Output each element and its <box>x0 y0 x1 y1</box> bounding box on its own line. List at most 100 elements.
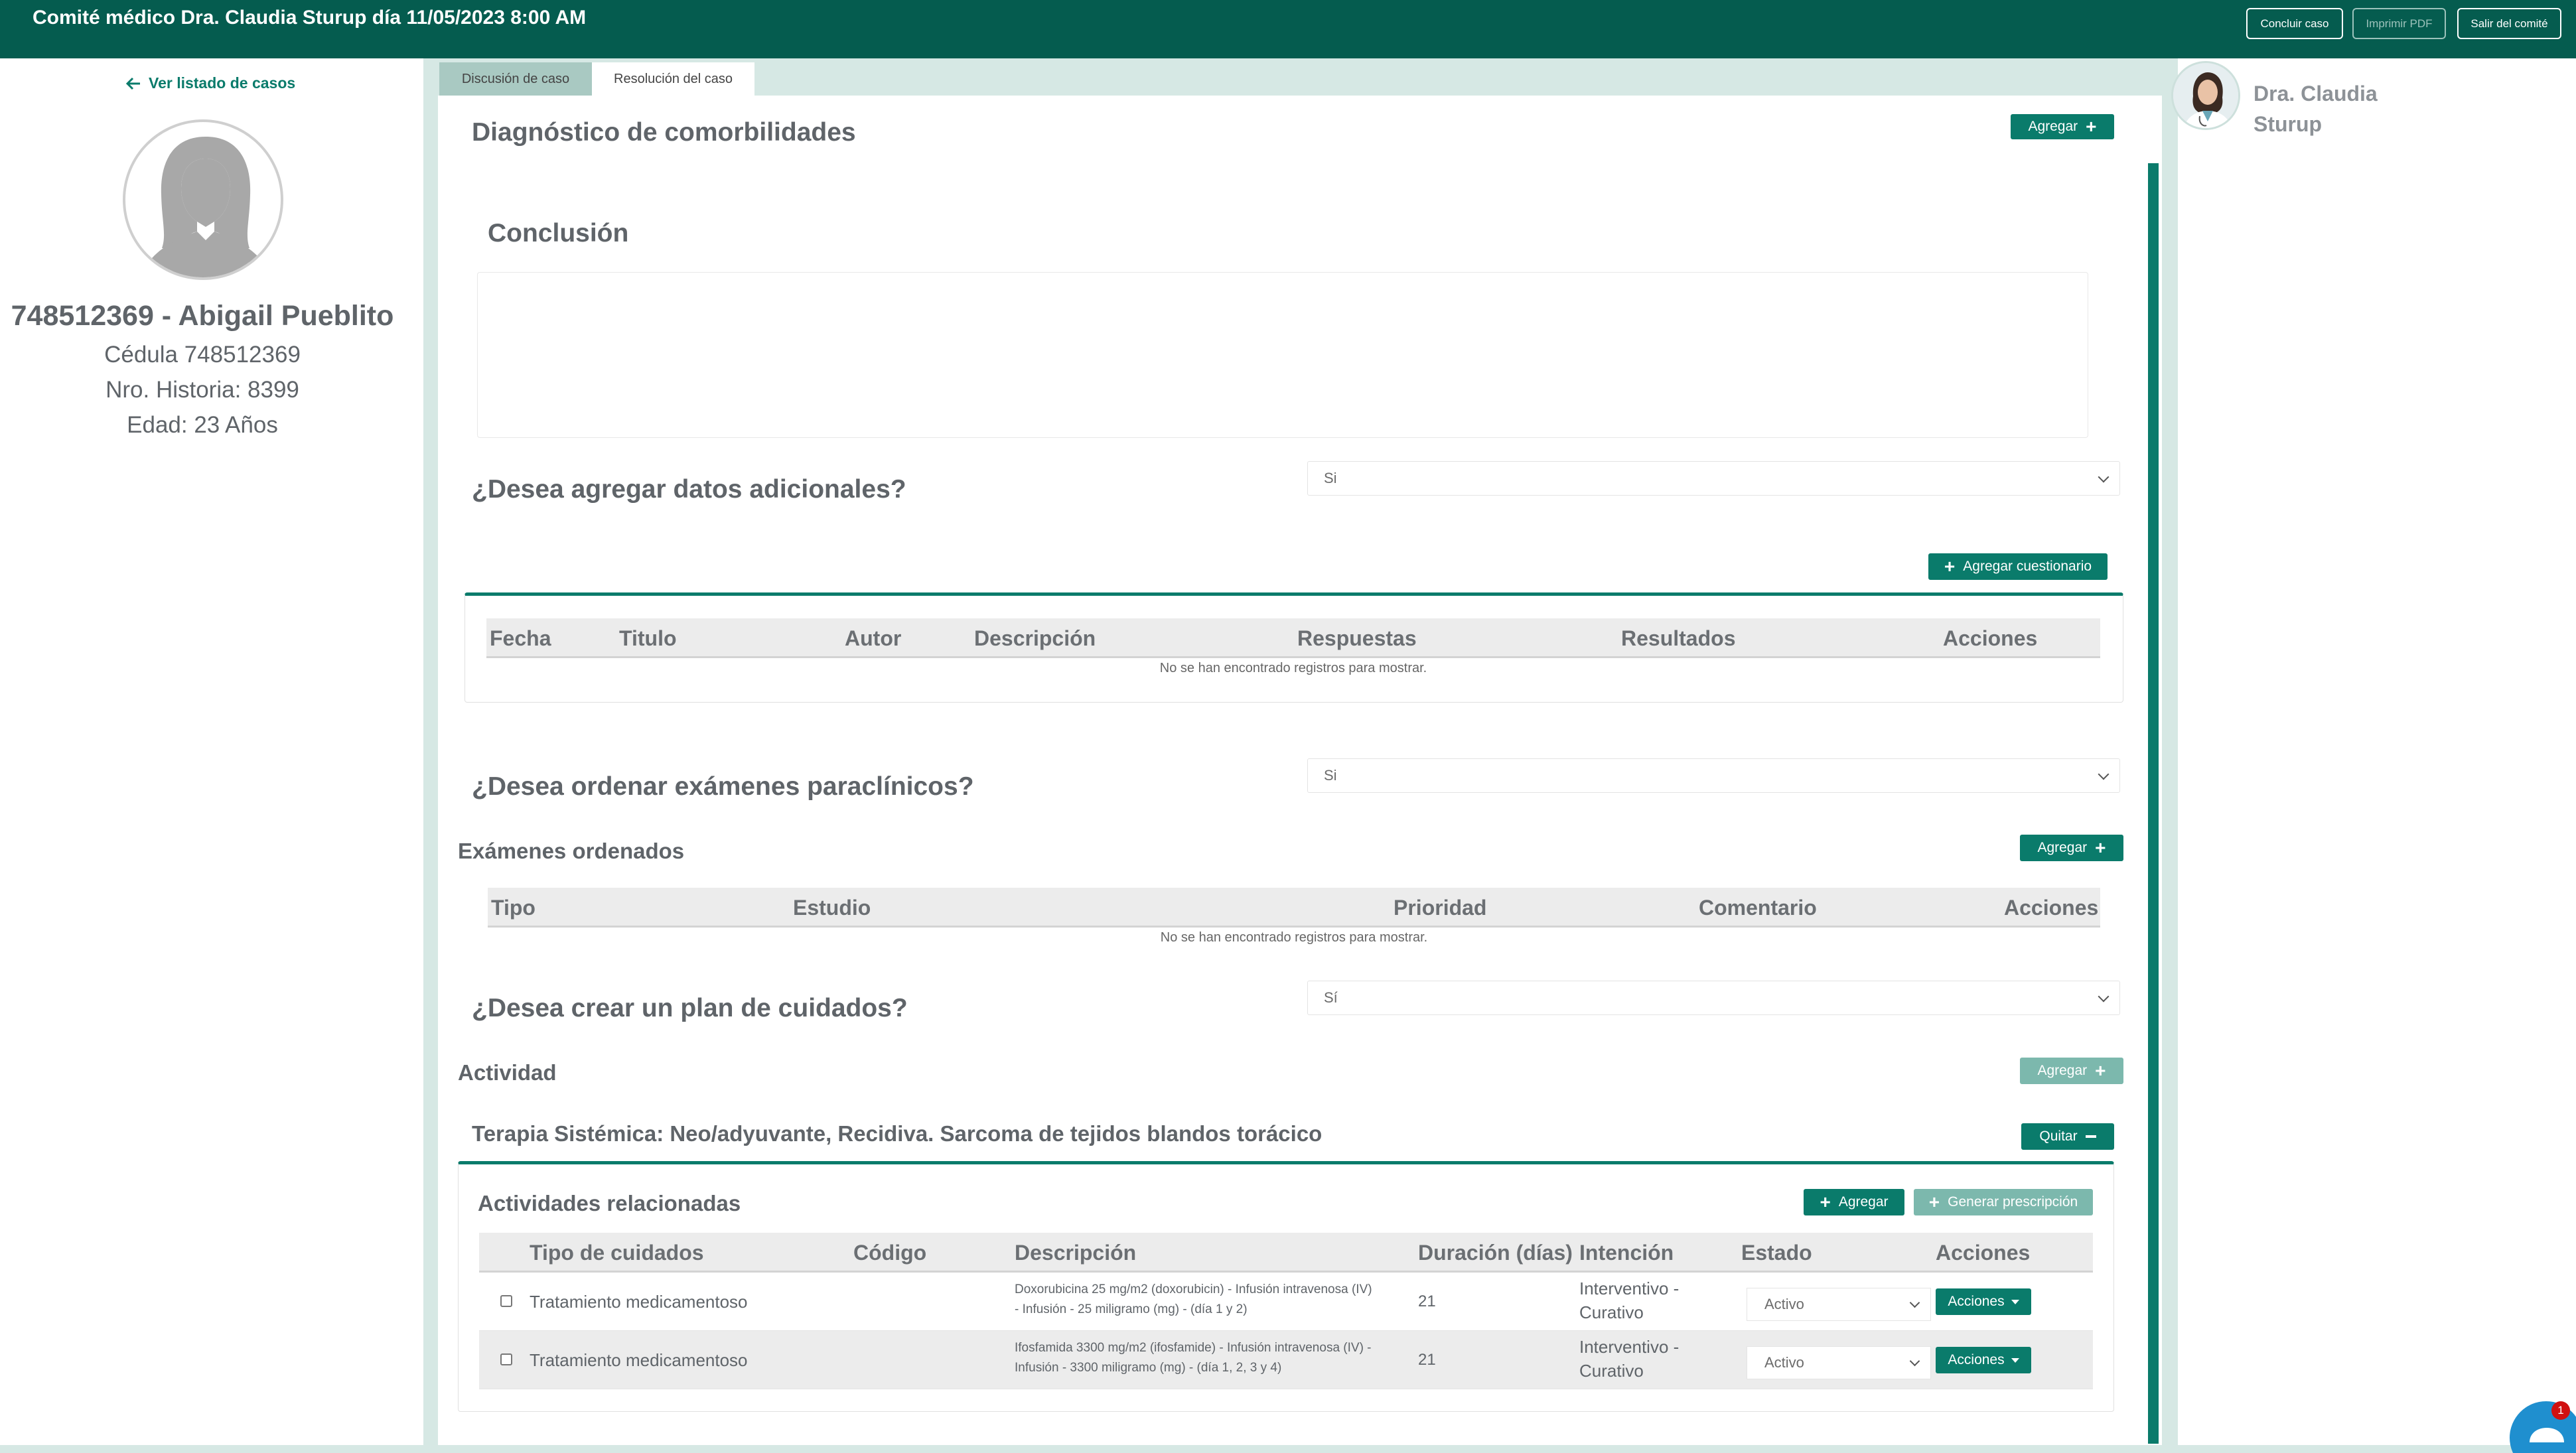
plus-icon: + <box>1820 1192 1831 1212</box>
row-duration: 21 <box>1418 1351 1436 1369</box>
tab-case-resolution[interactable]: Resolución del caso <box>592 62 754 96</box>
col-estudio: Estudio <box>793 896 871 920</box>
chevron-down-icon <box>2098 768 2110 780</box>
chevron-down-icon <box>2098 991 2110 1003</box>
exams-table-header: Tipo Estudio Prioridad Comentario Accion… <box>488 888 2100 928</box>
comorbidities-title: Diagnóstico de comorbilidades <box>472 118 856 147</box>
add-questionnaire-label: Agregar cuestionario <box>1963 559 2092 574</box>
plus-icon: + <box>2086 116 2097 137</box>
add-activity-button[interactable]: Agregar + <box>2020 1058 2123 1084</box>
questionnaire-table-header: Fecha Titulo Autor Descripción Respuesta… <box>486 618 2100 658</box>
col-descripcion: Descripción <box>1015 1241 1137 1265</box>
col-codigo: Código <box>853 1241 927 1265</box>
main-scrollbar[interactable] <box>2148 163 2159 1444</box>
row-status-value: Activo <box>1764 1296 1804 1312</box>
conclusion-title: Conclusión <box>488 219 629 247</box>
generate-prescription-label: Generar prescripción <box>1948 1194 2078 1210</box>
add-comorbidity-button[interactable]: Agregar + <box>2011 114 2114 139</box>
care-plan-select[interactable]: Sí <box>1307 981 2120 1015</box>
conclusion-textarea[interactable] <box>477 272 2088 438</box>
exams-empty-message: No se han encontrado registros para most… <box>1160 930 1428 945</box>
add-questionnaire-button[interactable]: + Agregar cuestionario <box>1928 553 2108 580</box>
col-acciones: Acciones <box>1943 626 2038 650</box>
plus-icon: + <box>2095 1060 2106 1081</box>
plus-icon: + <box>2095 837 2106 858</box>
col-respuestas: Respuestas <box>1297 626 1417 650</box>
row-status-select[interactable]: Activo <box>1747 1346 1931 1379</box>
back-to-cases-link[interactable]: Ver listado de casos <box>126 74 295 92</box>
row-intention-line1: Interventivo - <box>1579 1337 1680 1357</box>
doctor-panel <box>2178 58 2576 1445</box>
row-checkbox[interactable] <box>500 1295 512 1307</box>
row-actions-dropdown[interactable]: Acciones <box>1936 1347 2031 1373</box>
remove-therapy-button[interactable]: Quitar <box>2021 1123 2114 1150</box>
exit-committee-button[interactable]: Salir del comité <box>2457 8 2561 39</box>
add-exam-button[interactable]: Agregar + <box>2020 835 2123 861</box>
row-checkbox[interactable] <box>500 1353 512 1365</box>
add-related-activity-button[interactable]: + Agregar <box>1804 1189 1904 1215</box>
patient-avatar <box>123 119 283 280</box>
doctor-name: Dra. Claudia Sturup <box>2254 78 2378 139</box>
print-pdf-button[interactable]: Imprimir PDF <box>2352 8 2446 39</box>
row-actions-label: Acciones <box>1948 1294 2005 1309</box>
caret-down-icon <box>2011 1299 2019 1304</box>
related-activities-title: Actividades relacionadas <box>478 1191 741 1215</box>
col-resultados: Resultados <box>1621 626 1736 650</box>
add-comorbidity-label: Agregar <box>2028 119 2078 134</box>
questionnaire-empty-message: No se han encontrado registros para most… <box>1159 661 1427 675</box>
chevron-down-icon <box>2098 471 2110 483</box>
col-duracion: Duración (días) <box>1418 1241 1573 1265</box>
add-activity-label: Agregar <box>2037 1063 2088 1078</box>
row-intention-line2: Curativo <box>1579 1302 1644 1322</box>
row-description-line1: Doxorubicina 25 mg/m2 (doxorubicin) - In… <box>1015 1282 1372 1296</box>
patient-history-number: Nro. Historia: 8399 <box>106 377 299 403</box>
chat-unread-badge: 1 <box>2551 1401 2570 1420</box>
doctor-name-line2: Sturup <box>2254 112 2323 136</box>
add-related-activity-label: Agregar <box>1838 1194 1889 1210</box>
row-intention-line1: Interventivo - <box>1579 1279 1680 1298</box>
table-row: Tratamiento medicamentoso Ifosfamida 330… <box>479 1331 2093 1389</box>
additional-data-selected: Si <box>1324 470 1337 486</box>
table-row: Tratamiento medicamentoso Doxorubicina 2… <box>479 1273 2093 1331</box>
row-actions-dropdown[interactable]: Acciones <box>1936 1288 2031 1315</box>
additional-data-question: ¿Desea agregar datos adicionales? <box>472 475 906 504</box>
exams-select[interactable]: Si <box>1307 758 2120 793</box>
col-comentario: Comentario <box>1699 896 1817 920</box>
additional-data-select[interactable]: Si <box>1307 461 2120 496</box>
patient-age: Edad: 23 Años <box>127 412 278 438</box>
minus-icon <box>2085 1135 2096 1138</box>
generate-prescription-button[interactable]: + Generar prescripción <box>1914 1189 2093 1215</box>
exams-selected: Si <box>1324 767 1337 784</box>
care-plan-selected: Sí <box>1324 989 1338 1006</box>
related-activities-table-header: Tipo de cuidados Código Descripción Dura… <box>479 1233 2093 1273</box>
activity-title: Actividad <box>458 1060 557 1085</box>
row-description-line2: - Infusión - 25 miligramo (mg) - (día 1 … <box>1015 1302 1248 1316</box>
col-estado: Estado <box>1741 1241 1812 1265</box>
row-status-select[interactable]: Activo <box>1747 1288 1931 1321</box>
col-fecha: Fecha <box>490 626 551 650</box>
chevron-down-icon <box>1909 1297 1920 1308</box>
row-actions-label: Acciones <box>1948 1352 2005 1367</box>
committee-title: Comité médico Dra. Claudia Sturup día 11… <box>33 7 587 29</box>
therapy-title: Terapia Sistémica: Neo/adyuvante, Recidi… <box>472 1121 1323 1146</box>
remove-therapy-label: Quitar <box>2039 1129 2078 1144</box>
doctor-name-line1: Dra. Claudia <box>2254 82 2378 105</box>
caret-down-icon <box>2011 1357 2019 1363</box>
conclude-case-button[interactable]: Concluir caso <box>2246 8 2343 39</box>
col-prioridad: Prioridad <box>1394 896 1487 920</box>
row-care-type: Tratamiento medicamentoso <box>530 1292 748 1312</box>
row-description-line1: Ifosfamida 3300 mg/m2 (ifosfamide) - Inf… <box>1015 1341 1372 1355</box>
chevron-down-icon <box>1909 1355 1920 1367</box>
ordered-exams-title: Exámenes ordenados <box>458 839 685 863</box>
col-acciones: Acciones <box>2004 896 2099 920</box>
tab-case-discussion[interactable]: Discusión de caso <box>439 62 592 96</box>
patient-cedula: Cédula 748512369 <box>104 342 301 368</box>
exams-question: ¿Desea ordenar exámenes paraclínicos? <box>472 772 974 801</box>
col-autor: Autor <box>845 626 902 650</box>
col-tipo: Tipo <box>491 896 536 920</box>
add-exam-label: Agregar <box>2037 840 2088 855</box>
col-intencion: Intención <box>1579 1241 1674 1265</box>
row-intention-line2: Curativo <box>1579 1361 1644 1381</box>
plus-icon: + <box>1944 556 1956 577</box>
care-plan-question: ¿Desea crear un plan de cuidados? <box>472 994 908 1022</box>
